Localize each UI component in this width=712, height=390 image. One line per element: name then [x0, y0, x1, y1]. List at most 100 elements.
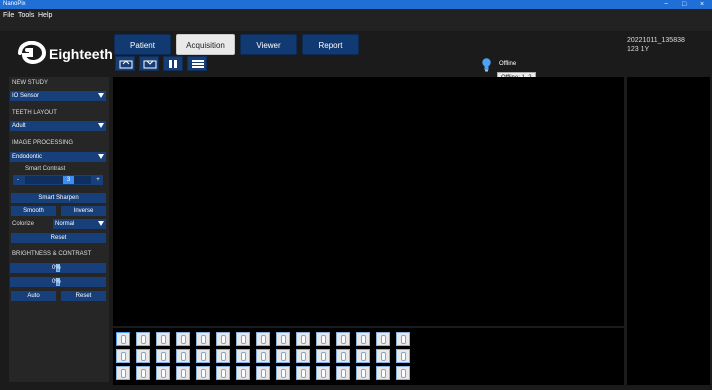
teeth-layout-title: TEETH LAYOUT	[12, 110, 57, 116]
tooth-thumbnail[interactable]	[356, 366, 370, 380]
tooth-thumbnail[interactable]	[236, 332, 250, 346]
smart-sharpen-button[interactable]: Smart Sharpen	[11, 193, 106, 203]
menu-file[interactable]: File	[3, 9, 14, 22]
tooth-icon	[141, 369, 146, 378]
tooth-thumbnail[interactable]	[236, 366, 250, 380]
tooth-icon	[241, 352, 246, 361]
tooth-thumbnail[interactable]	[396, 349, 410, 363]
tooth-thumbnail[interactable]	[336, 349, 350, 363]
colorize-select[interactable]: Normal	[53, 219, 106, 229]
tooth-thumbnail[interactable]	[296, 349, 310, 363]
processing-reset-button[interactable]: Reset	[11, 233, 106, 243]
tab-viewer[interactable]: Viewer	[240, 34, 297, 55]
tooth-thumbnail[interactable]	[256, 332, 270, 346]
inverse-button[interactable]: Inverse	[61, 206, 106, 216]
smart-contrast-value: 3	[63, 176, 74, 184]
tooth-thumbnail[interactable]	[316, 332, 330, 346]
lightbulb-icon[interactable]	[482, 58, 491, 72]
minimize-button[interactable]: −	[664, 0, 668, 9]
columns-button[interactable]	[163, 56, 183, 71]
tooth-icon	[341, 352, 346, 361]
tooth-thumbnail[interactable]	[156, 332, 170, 346]
tooth-thumbnail[interactable]	[136, 366, 150, 380]
image-viewer[interactable]	[113, 77, 624, 326]
tooth-thumbnail[interactable]	[276, 349, 290, 363]
auto-button[interactable]: Auto	[11, 291, 56, 301]
tooth-thumbnail[interactable]	[316, 366, 330, 380]
tooth-icon	[381, 352, 386, 361]
teeth-layout-select[interactable]: Adult	[10, 121, 106, 131]
tooth-icon	[121, 352, 126, 361]
tooth-thumbnail[interactable]	[276, 366, 290, 380]
brightness-slider[interactable]: 0%	[10, 263, 106, 273]
bc-reset-button[interactable]: Reset	[61, 291, 106, 301]
increment-button[interactable]: +	[93, 175, 103, 185]
tooth-thumbnail[interactable]	[116, 332, 130, 346]
tooth-icon	[301, 369, 306, 378]
tooth-thumbnail[interactable]	[156, 366, 170, 380]
smart-contrast-track[interactable]: 3	[25, 176, 91, 184]
brand-name: Eighteeth	[49, 46, 113, 62]
import-button[interactable]	[115, 56, 135, 71]
tooth-thumbnail[interactable]	[376, 366, 390, 380]
tooth-thumbnail[interactable]	[176, 349, 190, 363]
tab-patient[interactable]: Patient	[114, 34, 171, 55]
export-button[interactable]	[139, 56, 159, 71]
tab-acquisition[interactable]: Acquisition	[176, 34, 235, 55]
tooth-thumbnail[interactable]	[316, 349, 330, 363]
status-label: Offline	[499, 61, 517, 67]
tooth-thumbnail[interactable]	[196, 366, 210, 380]
brand-logo: Eighteeth	[14, 39, 114, 69]
tooth-thumbnail[interactable]	[196, 332, 210, 346]
tooth-thumbnail[interactable]	[136, 332, 150, 346]
smooth-button[interactable]: Smooth	[11, 206, 56, 216]
tooth-thumbnail[interactable]	[136, 349, 150, 363]
teeth-layout-value: Adult	[12, 123, 26, 129]
tab-report[interactable]: Report	[302, 34, 359, 55]
processing-mode-select[interactable]: Endodontic	[10, 152, 106, 162]
tooth-thumbnail[interactable]	[196, 349, 210, 363]
tooth-thumbnail[interactable]	[116, 349, 130, 363]
tooth-icon	[361, 335, 366, 344]
contrast-slider[interactable]: 0%	[10, 277, 106, 287]
smart-contrast-stepper[interactable]: - 3 +	[13, 175, 103, 185]
preview-pane	[627, 77, 710, 385]
tooth-thumbnail[interactable]	[176, 332, 190, 346]
tooth-thumbnail[interactable]	[116, 366, 130, 380]
tooth-thumbnail[interactable]	[176, 366, 190, 380]
tooth-thumbnail[interactable]	[336, 332, 350, 346]
tooth-thumbnail[interactable]	[216, 332, 230, 346]
tooth-thumbnail[interactable]	[396, 366, 410, 380]
tooth-icon	[161, 352, 166, 361]
columns-icon	[169, 60, 177, 68]
new-study-select[interactable]: IO Sensor	[10, 91, 106, 101]
tooth-thumbnail-grid	[113, 328, 624, 385]
tooth-thumbnail[interactable]	[356, 349, 370, 363]
tooth-thumbnail[interactable]	[296, 332, 310, 346]
tooth-thumbnail[interactable]	[396, 332, 410, 346]
maximize-button[interactable]: □	[682, 0, 686, 9]
tooth-icon	[201, 369, 206, 378]
tooth-thumbnail[interactable]	[276, 332, 290, 346]
tooth-thumbnail[interactable]	[256, 366, 270, 380]
list-button[interactable]	[187, 56, 207, 71]
tooth-thumbnail[interactable]	[376, 332, 390, 346]
menu-tools[interactable]: Tools	[18, 9, 34, 22]
close-button[interactable]: ×	[700, 0, 704, 9]
tooth-icon	[121, 335, 126, 344]
tooth-thumbnail[interactable]	[216, 349, 230, 363]
brand-logo-icon	[18, 41, 47, 65]
tooth-thumbnail[interactable]	[216, 366, 230, 380]
tooth-thumbnail[interactable]	[236, 349, 250, 363]
tooth-thumbnail[interactable]	[336, 366, 350, 380]
export-icon	[143, 60, 157, 69]
tooth-thumbnail[interactable]	[296, 366, 310, 380]
tooth-thumbnail[interactable]	[376, 349, 390, 363]
decrement-button[interactable]: -	[13, 175, 23, 185]
tooth-thumbnail[interactable]	[356, 332, 370, 346]
brightness-value: 0%	[52, 265, 61, 271]
tooth-thumbnail[interactable]	[256, 349, 270, 363]
menu-help[interactable]: Help	[38, 9, 52, 22]
tooth-icon	[361, 352, 366, 361]
tooth-thumbnail[interactable]	[156, 349, 170, 363]
